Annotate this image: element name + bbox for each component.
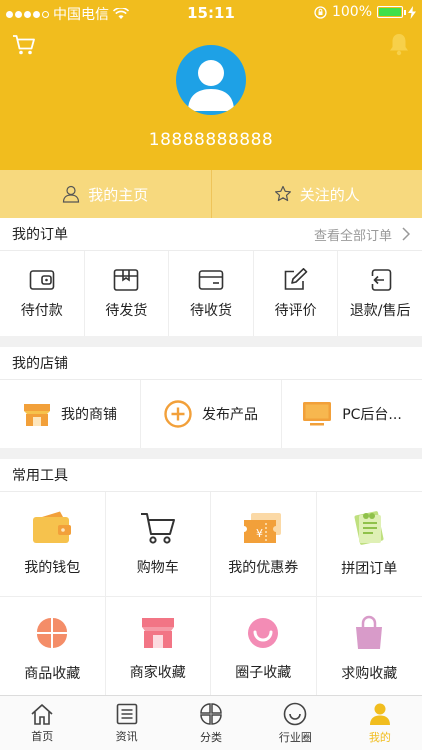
bell-icon[interactable]: [388, 32, 410, 56]
avatar[interactable]: [176, 45, 246, 115]
orders-section: 我的订单 查看全部订单 待付款 待发货 待收货 待评价 退款/售后: [0, 218, 422, 336]
order-label: 待付款: [20, 302, 63, 319]
section-title: 常用工具: [12, 468, 68, 484]
tab-my-homepage[interactable]: 我的主页: [0, 170, 211, 218]
tab-following[interactable]: 关注的人: [212, 170, 422, 218]
shop-row: 我的商铺 发布产品 PC后台...: [0, 380, 422, 448]
tab-label: 关注的人: [299, 185, 360, 204]
tool-purchase-favorites[interactable]: 求购收藏: [316, 597, 422, 702]
battery-percent: 100%: [331, 4, 372, 20]
tab-home[interactable]: 首页: [0, 696, 84, 750]
tab-label: 我的: [368, 730, 391, 744]
orders-header: 我的订单 查看全部订单: [0, 218, 422, 251]
tools-header: 常用工具: [0, 459, 422, 492]
tool-product-favorites[interactable]: 商品收藏: [0, 597, 106, 702]
order-pending-shipment[interactable]: 待发货: [85, 251, 170, 336]
tool-label: 求购收藏: [341, 666, 398, 682]
view-all-orders-link[interactable]: 查看全部订单: [314, 225, 410, 244]
cart-icon[interactable]: [12, 34, 36, 56]
status-bar: 中国电信 15:11 100%: [0, 0, 422, 26]
home-icon: [31, 703, 53, 725]
order-label: 待发货: [105, 302, 148, 319]
tool-label: 商家收藏: [129, 665, 186, 681]
tab-mine[interactable]: 我的: [338, 696, 422, 750]
news-icon: [116, 703, 137, 724]
circle-icon: [284, 702, 307, 725]
view-all-label: 查看全部订单: [313, 228, 392, 244]
pc-backend-button[interactable]: PC后台...: [282, 380, 422, 448]
tool-label: 我的钱包: [24, 560, 81, 576]
section-title: 我的订单: [12, 227, 68, 243]
tool-label: 拼团订单: [341, 561, 398, 577]
tab-label: 我的主页: [88, 185, 149, 204]
tools-grid: 我的钱包 购物车 ¥ 我的优惠券 拼团订单 商品收藏 商家收藏 圈子收藏 求购收: [0, 492, 422, 702]
tool-label: 我的优惠券: [228, 560, 299, 576]
tool-coupons[interactable]: ¥ 我的优惠券: [211, 492, 317, 597]
order-pending-review[interactable]: 待评价: [254, 251, 339, 336]
tool-group-orders[interactable]: 拼团订单: [316, 492, 422, 597]
order-label: 退款/售后: [349, 302, 411, 319]
edit-icon: [284, 267, 307, 290]
tab-category[interactable]: 分类: [169, 696, 253, 750]
order-pending-payment[interactable]: 待付款: [0, 251, 85, 336]
order-pending-receipt[interactable]: 待收货: [169, 251, 254, 336]
charging-icon: [408, 5, 416, 19]
wallet-outline-icon: [29, 269, 55, 290]
tool-wallet[interactable]: 我的钱包: [0, 492, 106, 597]
tool-cart[interactable]: 购物车: [105, 492, 211, 597]
status-right: 100%: [314, 4, 416, 20]
shop-label: PC后台...: [342, 407, 402, 423]
tool-label: 圈子收藏: [235, 665, 292, 681]
coupon-icon: ¥: [244, 513, 282, 543]
order-label: 待收货: [189, 302, 232, 319]
bag-icon: [356, 615, 383, 649]
tab-industry-circle[interactable]: 行业圈: [253, 696, 337, 750]
category-icon: [200, 702, 222, 725]
section-title: 我的店铺: [12, 356, 68, 372]
shop-header: 我的店铺: [0, 347, 422, 380]
tool-label: 商品收藏: [24, 666, 81, 682]
group-order-icon: [354, 511, 384, 545]
tool-merchant-favorites[interactable]: 商家收藏: [105, 597, 211, 702]
phone-number: 18888888888: [148, 130, 274, 150]
bottom-tab-bar: 首页 资讯 分类 行业圈 我的: [0, 695, 422, 750]
shop-label: 发布产品: [202, 407, 258, 423]
default-avatar-icon: [188, 60, 234, 111]
flower-icon: [37, 618, 68, 648]
user-icon: [369, 703, 390, 725]
storefront-icon: [24, 404, 50, 426]
tools-section: 常用工具 我的钱包 购物车 ¥ 我的优惠券 拼团订单 商品收藏 商家收藏 圈子收…: [0, 459, 422, 702]
rotation-lock-icon: [314, 5, 327, 19]
person-icon: [63, 185, 80, 203]
package-icon: [114, 268, 139, 291]
tab-label: 首页: [31, 729, 54, 743]
tool-circle-favorites[interactable]: 圈子收藏: [211, 597, 317, 702]
tool-label: 购物车: [136, 560, 179, 576]
shop-section: 我的店铺 我的商铺 发布产品 PC后台...: [0, 347, 422, 448]
smile-icon: [248, 618, 279, 648]
chevron-right-icon: [402, 227, 410, 241]
order-refund[interactable]: 退款/售后: [338, 251, 422, 336]
my-store-button[interactable]: 我的商铺: [0, 380, 141, 448]
profile-header: 中国电信 15:11 100% 18888888888: [0, 0, 422, 170]
tab-label: 资讯: [115, 729, 138, 743]
return-icon: [371, 268, 392, 291]
order-label: 待评价: [274, 302, 317, 319]
monitor-icon: [303, 402, 332, 426]
card-box-icon: [198, 269, 224, 290]
tab-label: 行业圈: [278, 730, 312, 744]
cart-icon: [140, 513, 175, 544]
shop-label: 我的商铺: [61, 407, 117, 423]
tab-label: 分类: [200, 730, 223, 744]
svg-text:¥: ¥: [256, 527, 263, 540]
plus-circle-icon: [164, 400, 192, 428]
tab-news[interactable]: 资讯: [84, 696, 168, 750]
profile-tabs: 我的主页 关注的人: [0, 170, 422, 218]
battery-icon: [377, 6, 406, 18]
publish-product-button[interactable]: 发布产品: [141, 380, 282, 448]
wallet-icon: [33, 511, 72, 543]
star-icon: [274, 185, 291, 202]
order-status-row: 待付款 待发货 待收货 待评价 退款/售后: [0, 251, 422, 336]
shop-fav-icon: [141, 618, 174, 648]
